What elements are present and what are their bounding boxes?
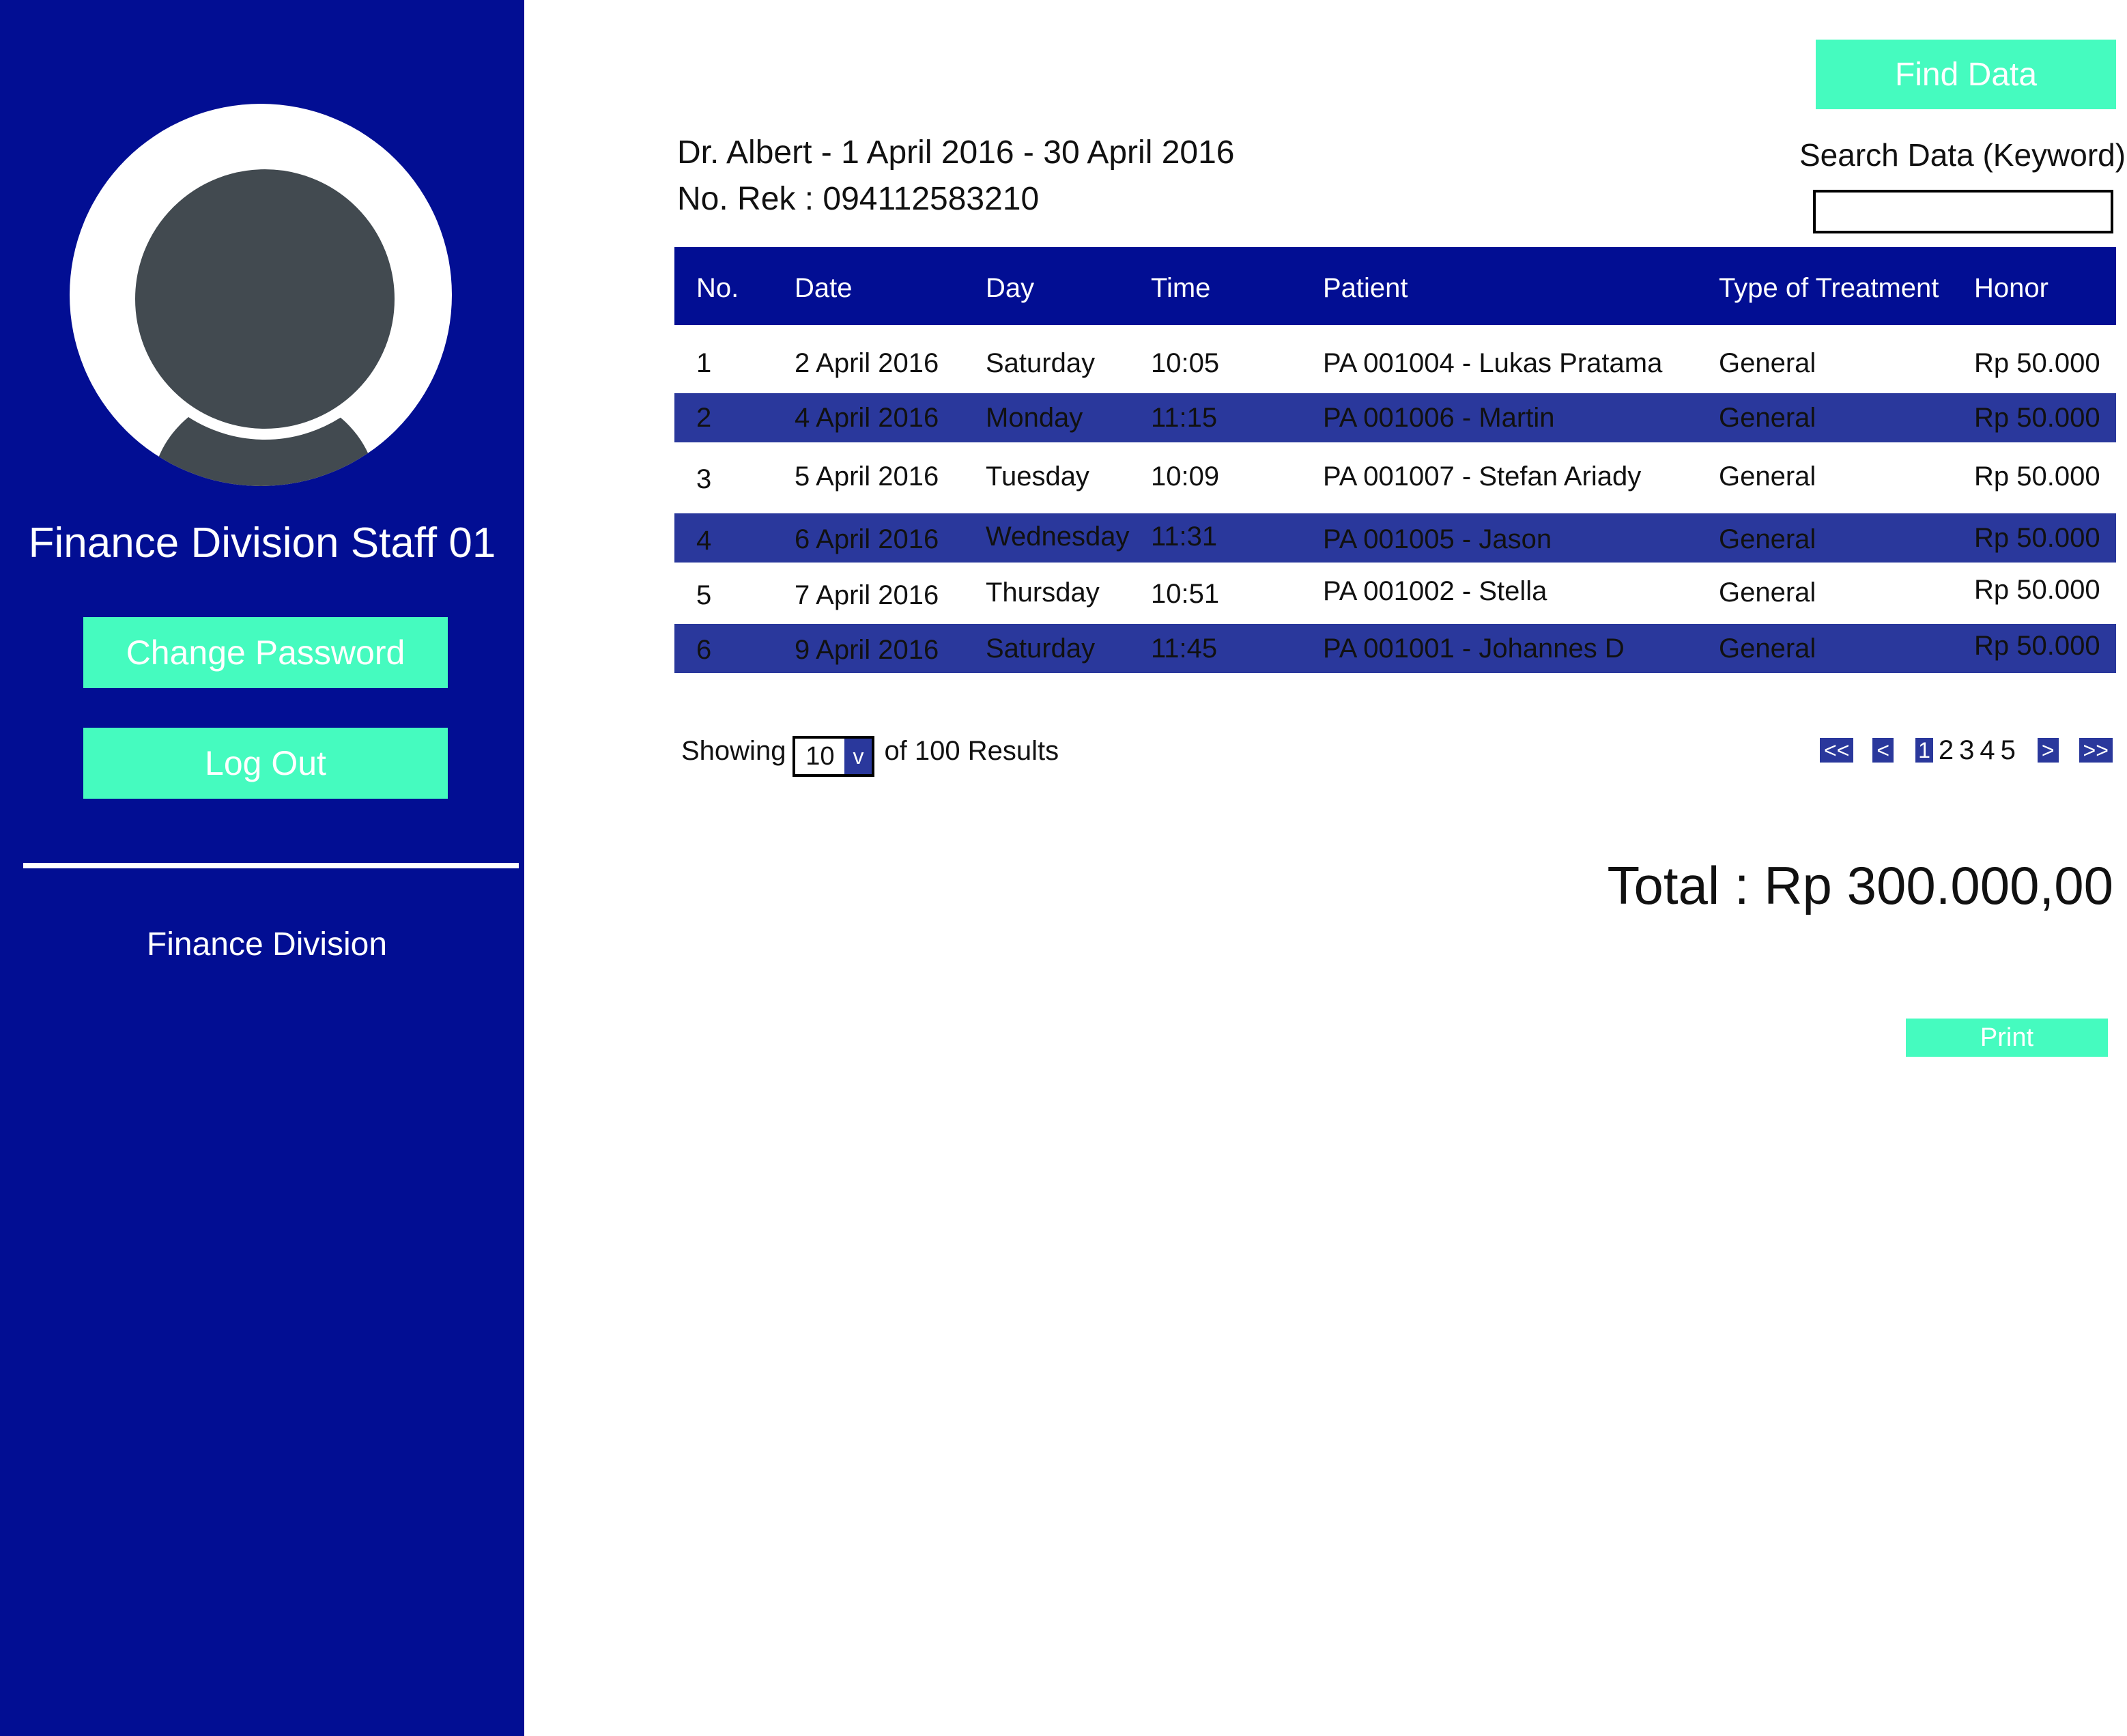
sidebar: Finance Division Staff 01 Change Passwor… <box>0 0 524 1736</box>
sidebar-divider <box>23 863 519 868</box>
results-summary: Showing 10 v of 100 Results <box>681 730 1059 777</box>
cell-patient: PA 001006 - Martin <box>1323 403 1555 433</box>
cell-honor: Rp 50.000 <box>1974 631 2100 661</box>
showing-label: Showing <box>681 735 786 766</box>
page-3[interactable]: 3 <box>1959 735 1974 766</box>
cell-date: 4 April 2016 <box>795 403 939 433</box>
cell-time: 10:51 <box>1151 579 1220 609</box>
cell-treatment: General <box>1719 634 1816 664</box>
pagination: << < 1 2 3 4 5 > >> <box>1820 733 2113 767</box>
avatar <box>70 104 452 486</box>
last-page-button[interactable]: >> <box>2079 738 2113 763</box>
cell-honor: Rp 50.000 <box>1974 461 2100 492</box>
cell-patient: PA 001005 - Jason <box>1323 524 1552 554</box>
next-page-button[interactable]: > <box>2037 738 2059 763</box>
chevron-down-icon[interactable]: v <box>844 739 872 774</box>
page-4[interactable]: 4 <box>1980 735 1995 766</box>
table-header: No. Date Day Time Patient Type of Treatm… <box>674 247 2116 325</box>
cell-no: 5 <box>696 580 712 610</box>
results-label: of 100 Results <box>884 735 1059 766</box>
cell-time: 11:31 <box>1151 522 1218 552</box>
cell-date: 2 April 2016 <box>795 348 939 378</box>
cell-time: 10:09 <box>1151 461 1220 492</box>
cell-treatment: General <box>1719 348 1816 378</box>
first-page-button[interactable]: << <box>1820 738 1854 763</box>
cell-treatment: General <box>1719 403 1816 433</box>
cell-honor: Rp 50.000 <box>1974 575 2100 605</box>
search-label: Search Data (Keyword) <box>1799 137 2126 173</box>
cell-patient: PA 001007 - Stefan Ariady <box>1323 461 1642 492</box>
column-header-no: No. <box>696 273 739 303</box>
change-password-button[interactable]: Change Password <box>83 617 448 688</box>
log-out-button[interactable]: Log Out <box>83 728 448 799</box>
avatar-head <box>124 158 405 440</box>
cell-date: 7 April 2016 <box>795 580 939 610</box>
cell-honor: Rp 50.000 <box>1974 403 2100 433</box>
column-header-time: Time <box>1151 273 1211 303</box>
cell-no: 6 <box>696 635 712 665</box>
search-input[interactable] <box>1813 190 2113 233</box>
cell-honor: Rp 50.000 <box>1974 523 2100 553</box>
column-header-honor: Honor <box>1974 273 2049 303</box>
cell-patient: PA 001004 - Lukas Pratama <box>1323 348 1663 378</box>
cell-date: 5 April 2016 <box>795 461 939 492</box>
per-page-select[interactable]: 10 v <box>793 736 875 777</box>
table-row[interactable]: 6 9 April 2016 Saturday 11:45 PA 001001 … <box>674 624 2116 673</box>
cell-patient: PA 001001 - Johannes D <box>1323 634 1625 664</box>
table-row[interactable]: 5 7 April 2016 Thursday 10:51 PA 001002 … <box>674 565 2116 624</box>
per-page-value: 10 <box>805 741 835 771</box>
cell-no: 1 <box>696 348 712 378</box>
cell-time: 11:45 <box>1151 634 1218 664</box>
column-header-date: Date <box>795 273 853 303</box>
cell-treatment: General <box>1719 524 1816 554</box>
table-row[interactable]: 3 5 April 2016 Tuesday 10:09 PA 001007 -… <box>674 445 2116 504</box>
page-2[interactable]: 2 <box>1939 735 1954 766</box>
prev-page-button[interactable]: < <box>1872 738 1894 763</box>
table-row[interactable]: 4 6 April 2016 Wednesday 11:31 PA 001005… <box>674 513 2116 563</box>
cell-day: Monday <box>986 403 1083 433</box>
table-row[interactable]: 1 2 April 2016 Saturday 10:05 PA 001004 … <box>674 336 2116 390</box>
table-row[interactable]: 2 4 April 2016 Monday 11:15 PA 001006 - … <box>674 393 2116 442</box>
cell-day: Wednesday <box>986 522 1130 552</box>
cell-date: 9 April 2016 <box>795 635 939 665</box>
total-amount: Total : Rp 300.000,00 <box>1607 855 2113 915</box>
account-number: No. Rek : 094112583210 <box>677 181 1040 217</box>
cell-time: 10:05 <box>1151 348 1220 378</box>
column-header-treatment: Type of Treatment <box>1719 273 1939 303</box>
report-title: Dr. Albert - 1 April 2016 - 30 April 201… <box>677 134 1235 171</box>
page-1[interactable]: 1 <box>1915 738 1933 763</box>
cell-no: 4 <box>696 526 712 556</box>
cell-no: 3 <box>696 464 712 494</box>
cell-day: Thursday <box>986 578 1100 608</box>
column-header-day: Day <box>986 273 1035 303</box>
column-header-patient: Patient <box>1323 273 1408 303</box>
cell-honor: Rp 50.000 <box>1974 348 2100 378</box>
print-button[interactable]: Print <box>1906 1019 2108 1057</box>
cell-date: 6 April 2016 <box>795 524 939 554</box>
cell-day: Tuesday <box>986 461 1089 492</box>
cell-treatment: General <box>1719 461 1816 492</box>
find-data-button[interactable]: Find Data <box>1816 40 2116 109</box>
page-5[interactable]: 5 <box>2001 735 2016 766</box>
cell-day: Saturday <box>986 634 1096 664</box>
staff-name: Finance Division Staff 01 <box>28 520 496 567</box>
cell-time: 11:15 <box>1151 403 1218 433</box>
cell-day: Saturday <box>986 348 1096 378</box>
cell-no: 2 <box>696 403 712 433</box>
division-label: Finance Division <box>146 926 388 963</box>
cell-patient: PA 001002 - Stella <box>1323 576 1547 606</box>
cell-treatment: General <box>1719 578 1816 608</box>
